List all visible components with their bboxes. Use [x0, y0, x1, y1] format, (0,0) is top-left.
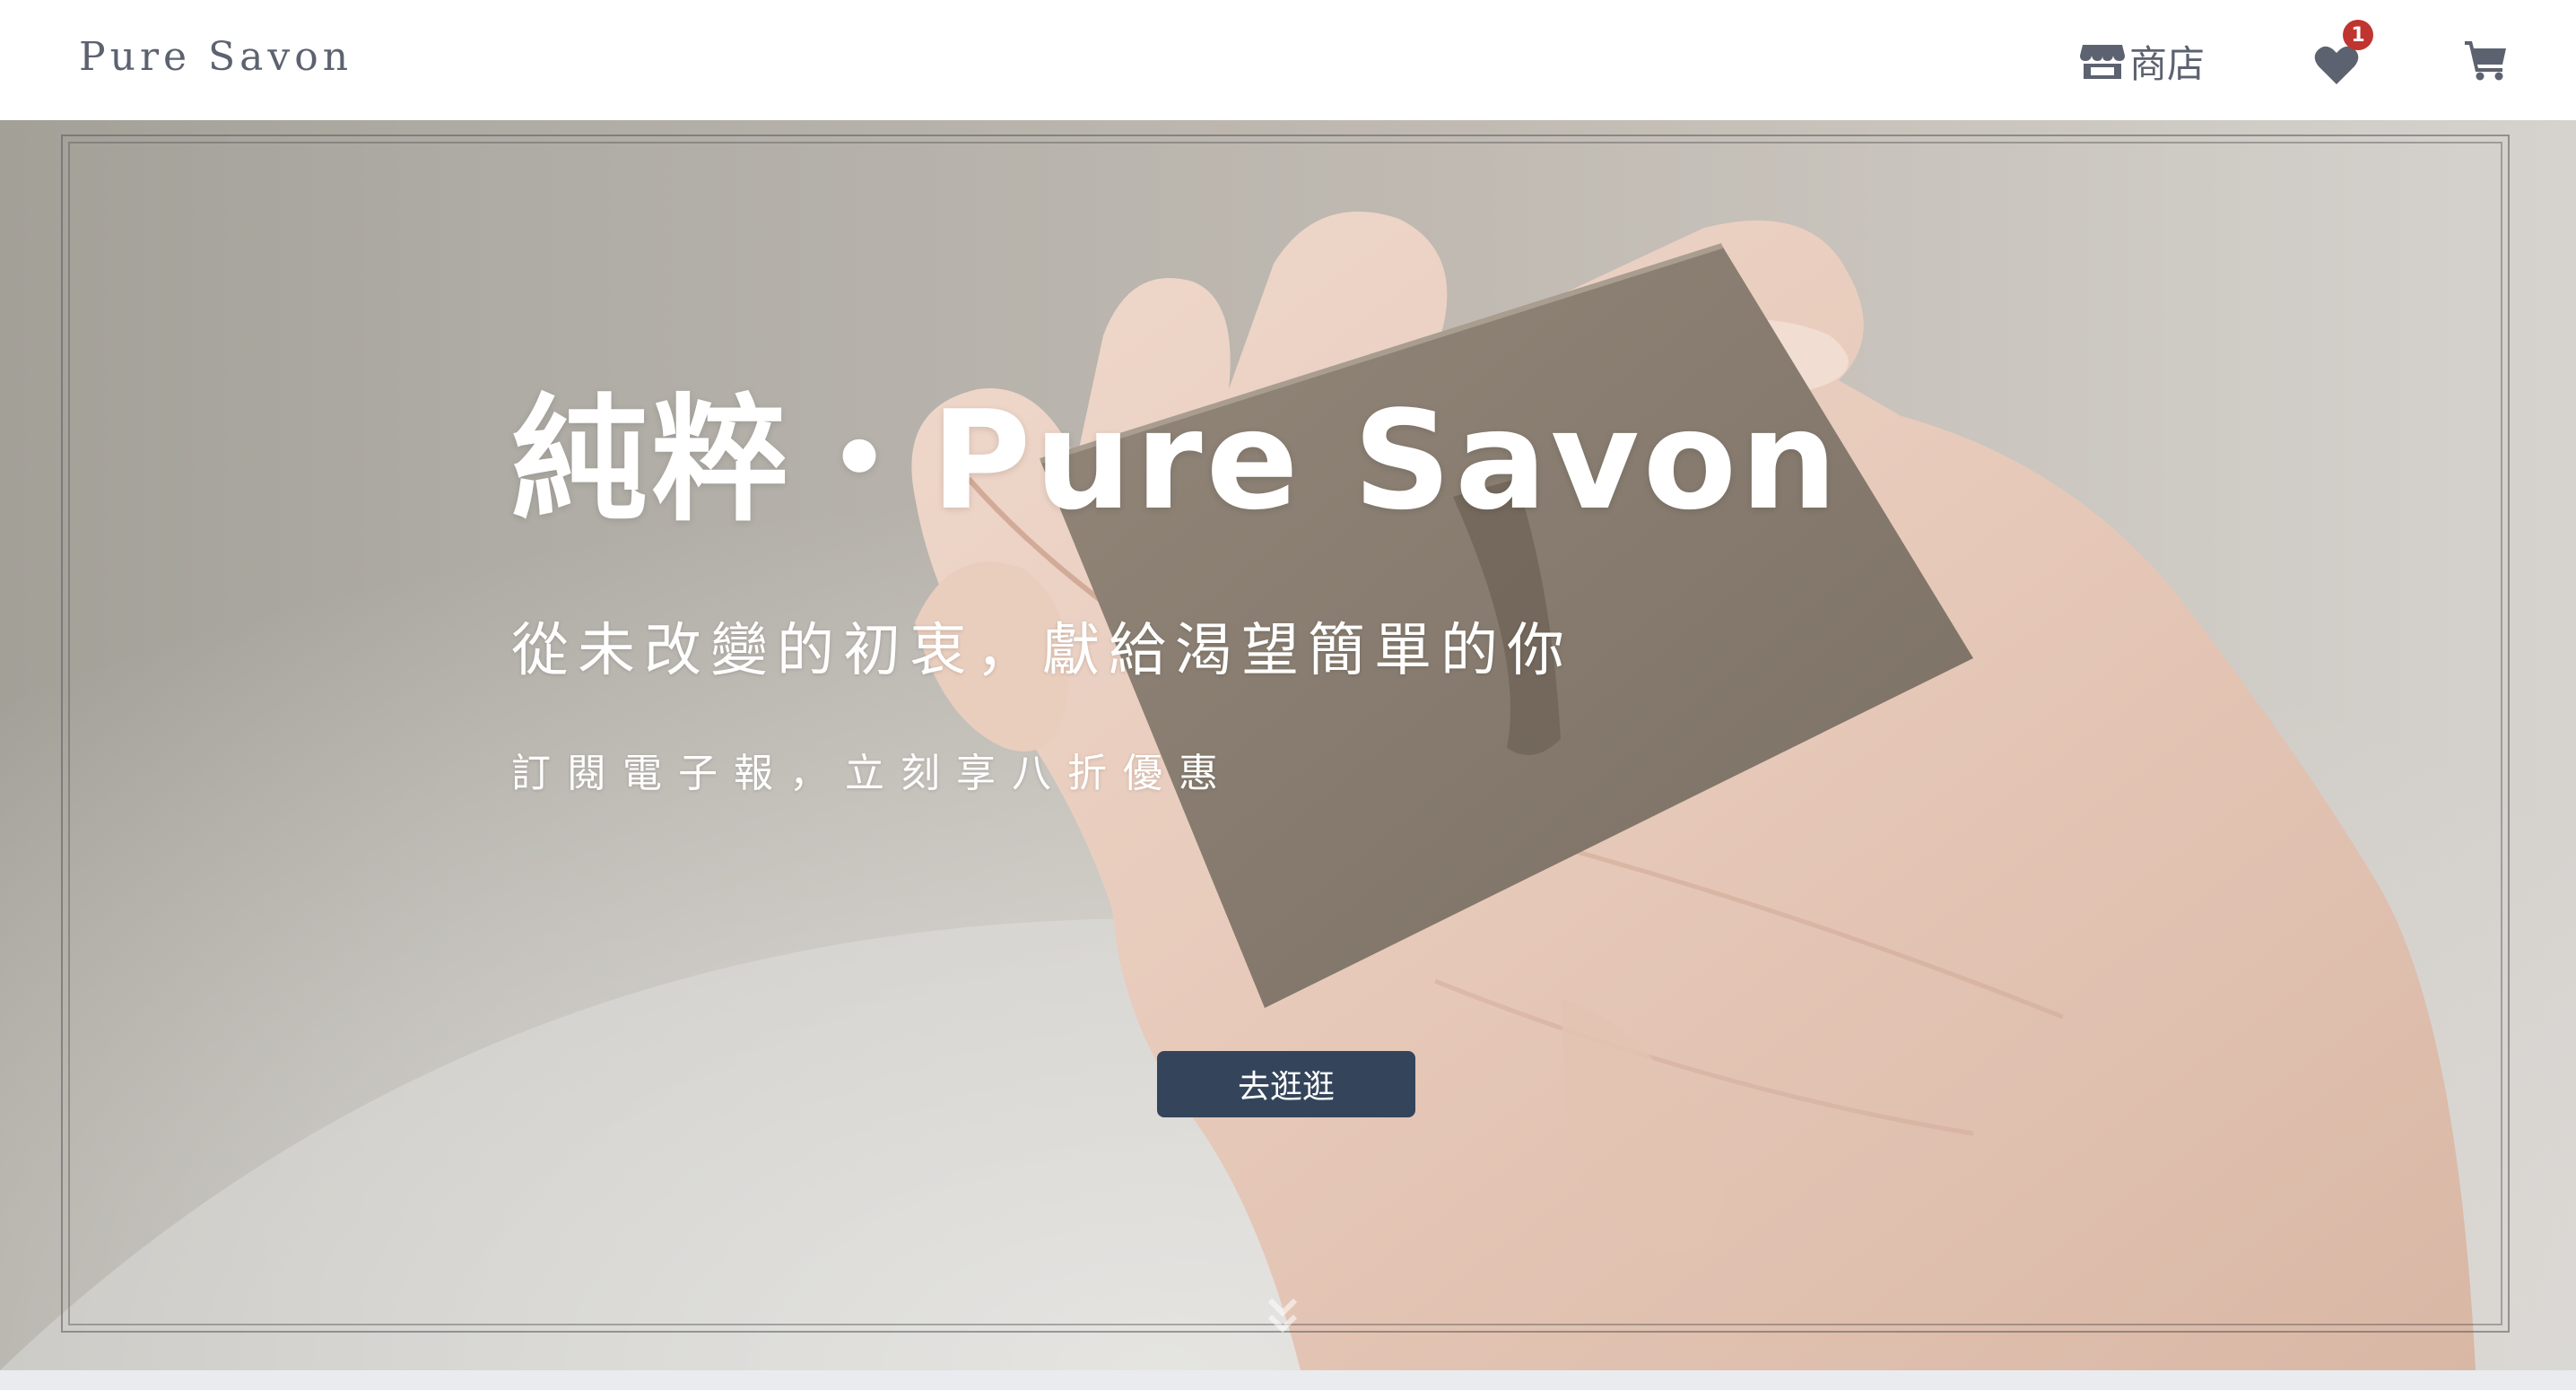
top-navbar: Pure Savon 商店 1 — [0, 0, 2576, 120]
double-chevron-down-icon — [1267, 1298, 1298, 1334]
brand-logo[interactable]: Pure Savon — [79, 34, 352, 80]
nav-favorites-button[interactable]: 1 — [2312, 20, 2373, 88]
nav-cart-button[interactable] — [2463, 38, 2513, 88]
hero-title: 純粹・Pure Savon — [511, 381, 1841, 540]
hero-banner: 純粹・Pure Savon 從未改變的初衷，獻給渴望簡單的你 訂閱電子報，立刻享… — [0, 120, 2576, 1370]
nav-shop-link[interactable]: 商店 — [2079, 34, 2205, 88]
hero-subtitle: 從未改變的初衷，獻給渴望簡單的你 — [511, 618, 1573, 684]
cart-icon — [2465, 41, 2506, 81]
favorites-count-badge: 1 — [2343, 20, 2373, 50]
hero-promo-text: 訂閱電子報，立刻享八折優惠 — [511, 751, 1234, 796]
scroll-down-button[interactable] — [1258, 1293, 1308, 1343]
nav-shop-label: 商店 — [2129, 41, 2206, 86]
heart-icon — [2314, 46, 2359, 84]
shop-now-button[interactable]: 去逛逛 — [1157, 1051, 1415, 1117]
store-icon — [2080, 45, 2125, 79]
hero-frame-inner — [68, 142, 2502, 1325]
